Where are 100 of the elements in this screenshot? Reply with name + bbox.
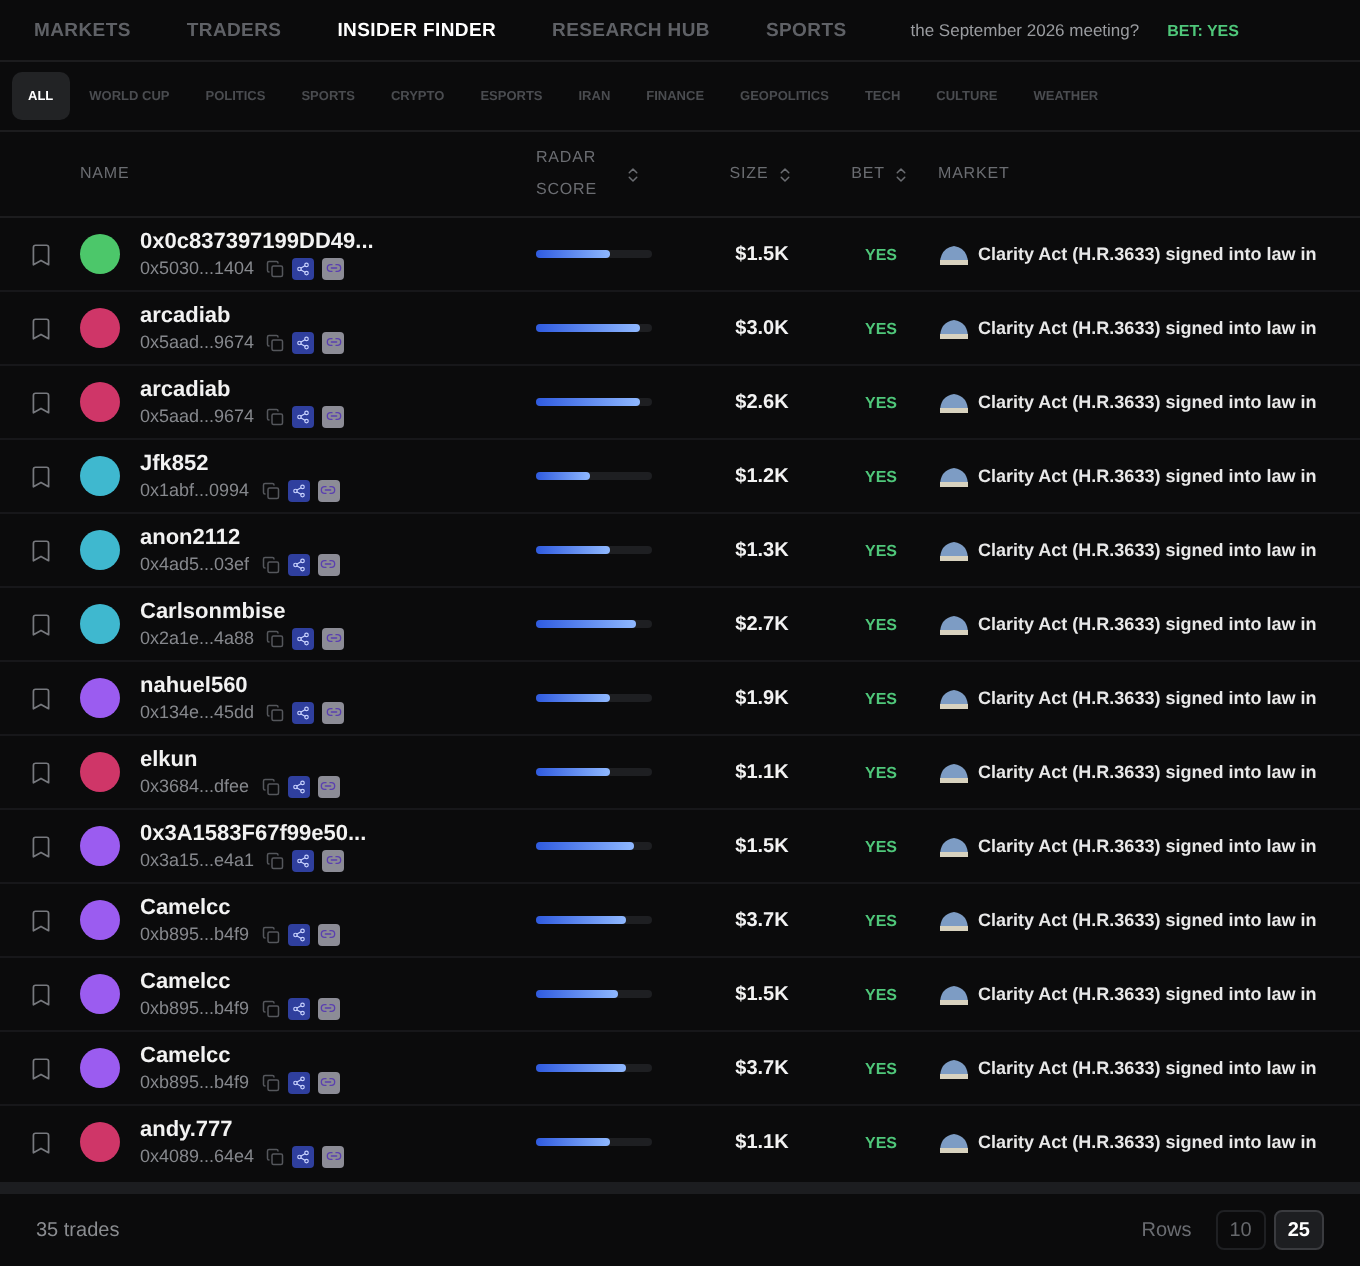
link-icon[interactable]	[317, 1071, 340, 1093]
bookmark-icon[interactable]	[27, 685, 53, 711]
market-title[interactable]: Clarity Act (H.R.3633) signed into law in	[978, 614, 1317, 634]
market-title[interactable]: Clarity Act (H.R.3633) signed into law in	[978, 836, 1317, 856]
copy-icon[interactable]	[261, 555, 280, 573]
trader-name[interactable]: andy.777	[140, 1117, 345, 1141]
link-icon[interactable]	[317, 775, 340, 797]
page-size-button[interactable]: 10	[1215, 1210, 1266, 1250]
share-icon[interactable]	[292, 627, 315, 649]
sort-icon[interactable]	[776, 165, 795, 183]
copy-icon[interactable]	[266, 407, 285, 425]
trader-name[interactable]: Camelcc	[140, 895, 340, 919]
bookmark-icon[interactable]	[27, 1129, 53, 1155]
bookmark-icon[interactable]	[27, 611, 53, 637]
market-title[interactable]: Clarity Act (H.R.3633) signed into law in	[978, 688, 1317, 708]
share-icon[interactable]	[287, 479, 310, 501]
link-icon[interactable]	[322, 627, 345, 649]
market-title[interactable]: Clarity Act (H.R.3633) signed into law in	[978, 244, 1317, 264]
share-icon[interactable]	[292, 849, 315, 871]
bookmark-icon[interactable]	[27, 241, 53, 267]
bet-value: YES	[862, 1059, 899, 1077]
share-icon[interactable]	[292, 257, 315, 279]
trader-name[interactable]: 0x0c837397199DD49...	[140, 229, 374, 253]
market-title[interactable]: Clarity Act (H.R.3633) signed into law in	[978, 1132, 1317, 1152]
size-value: $2.7K	[733, 613, 791, 635]
dome-icon	[938, 909, 970, 931]
trader-name[interactable]: Camelcc	[140, 1043, 340, 1067]
trader-name[interactable]: arcadiab	[140, 303, 345, 327]
trader-name[interactable]: anon2112	[140, 525, 340, 549]
link-icon[interactable]	[317, 997, 340, 1019]
link-icon[interactable]	[317, 923, 340, 945]
share-icon[interactable]	[292, 1145, 315, 1167]
link-icon[interactable]	[322, 257, 345, 279]
link-icon[interactable]	[322, 1145, 345, 1167]
column-header[interactable]: RADAR SCORE	[536, 142, 700, 206]
copy-icon[interactable]	[261, 777, 280, 795]
size-value: $1.9K	[733, 687, 791, 709]
trader-name[interactable]: elkun	[140, 747, 340, 771]
link-icon[interactable]	[317, 553, 340, 575]
size-value: $1.1K	[733, 761, 791, 783]
link-icon[interactable]	[322, 849, 345, 871]
market-title[interactable]: Clarity Act (H.R.3633) signed into law in	[978, 984, 1317, 1004]
bookmark-icon[interactable]	[27, 389, 53, 415]
wallet-address: 0x134e...45dd	[140, 702, 255, 722]
market-title[interactable]: Clarity Act (H.R.3633) signed into law in	[978, 318, 1317, 338]
link-icon[interactable]	[322, 331, 345, 353]
bookmark-icon[interactable]	[27, 463, 53, 489]
copy-icon[interactable]	[261, 481, 280, 499]
column-header: NAME	[80, 162, 132, 186]
copy-icon[interactable]	[266, 629, 285, 647]
bookmark-icon[interactable]	[27, 315, 53, 341]
market-title[interactable]: Clarity Act (H.R.3633) signed into law in	[978, 466, 1317, 486]
copy-icon[interactable]	[261, 925, 280, 943]
share-icon[interactable]	[287, 1071, 310, 1093]
trader-name[interactable]: nahuel560	[140, 673, 345, 697]
nav-tab[interactable]: INSIDER FINDER	[337, 19, 497, 41]
share-icon[interactable]	[292, 331, 315, 353]
market-title[interactable]: Clarity Act (H.R.3633) signed into law in	[978, 910, 1317, 930]
copy-icon[interactable]	[266, 259, 285, 277]
sort-icon[interactable]	[892, 165, 911, 183]
sort-icon[interactable]	[624, 165, 642, 183]
page-size-button[interactable]: 25	[1273, 1210, 1324, 1250]
market-title[interactable]: Clarity Act (H.R.3633) signed into law in	[978, 392, 1317, 412]
bet-value: YES	[862, 393, 899, 411]
market-title[interactable]: Clarity Act (H.R.3633) signed into law in	[978, 762, 1317, 782]
copy-icon[interactable]	[266, 703, 285, 721]
share-icon[interactable]	[292, 701, 315, 723]
trader-name[interactable]: Jfk852	[140, 451, 340, 475]
copy-icon[interactable]	[261, 999, 280, 1017]
trader-name[interactable]: Carlsonmbise	[140, 599, 345, 623]
market-title[interactable]: Clarity Act (H.R.3633) signed into law in	[978, 540, 1317, 560]
dome-icon	[938, 465, 970, 487]
copy-icon[interactable]	[266, 333, 285, 351]
share-icon[interactable]	[287, 553, 310, 575]
bookmark-icon[interactable]	[27, 833, 53, 859]
bookmark-icon[interactable]	[27, 1055, 53, 1081]
link-icon[interactable]	[317, 479, 340, 501]
share-icon[interactable]	[287, 775, 310, 797]
copy-icon[interactable]	[266, 1147, 285, 1165]
copy-icon[interactable]	[261, 1073, 280, 1091]
copy-icon[interactable]	[266, 851, 285, 869]
trader-name[interactable]: Camelcc	[140, 969, 340, 993]
bookmark-icon[interactable]	[27, 759, 53, 785]
column-header[interactable]: SIZE	[700, 158, 824, 190]
market-title[interactable]: Clarity Act (H.R.3633) signed into law in	[978, 1058, 1317, 1078]
column-header[interactable]: BET	[824, 158, 938, 190]
bookmark-icon[interactable]	[27, 907, 53, 933]
share-icon[interactable]	[287, 997, 310, 1019]
dome-icon	[938, 613, 970, 635]
wallet-address: 0xb895...b4f9	[140, 998, 250, 1018]
trader-name[interactable]: arcadiab	[140, 377, 345, 401]
link-icon[interactable]	[322, 701, 345, 723]
link-icon[interactable]	[322, 405, 345, 427]
share-icon[interactable]	[287, 923, 310, 945]
trader-name[interactable]: 0x3A1583F67f99e50...	[140, 821, 367, 845]
share-icon[interactable]	[292, 405, 315, 427]
bookmark-icon[interactable]	[27, 981, 53, 1007]
wallet-address: 0xb895...b4f9	[140, 924, 250, 944]
bet-value: YES	[862, 763, 899, 781]
bookmark-icon[interactable]	[27, 537, 53, 563]
